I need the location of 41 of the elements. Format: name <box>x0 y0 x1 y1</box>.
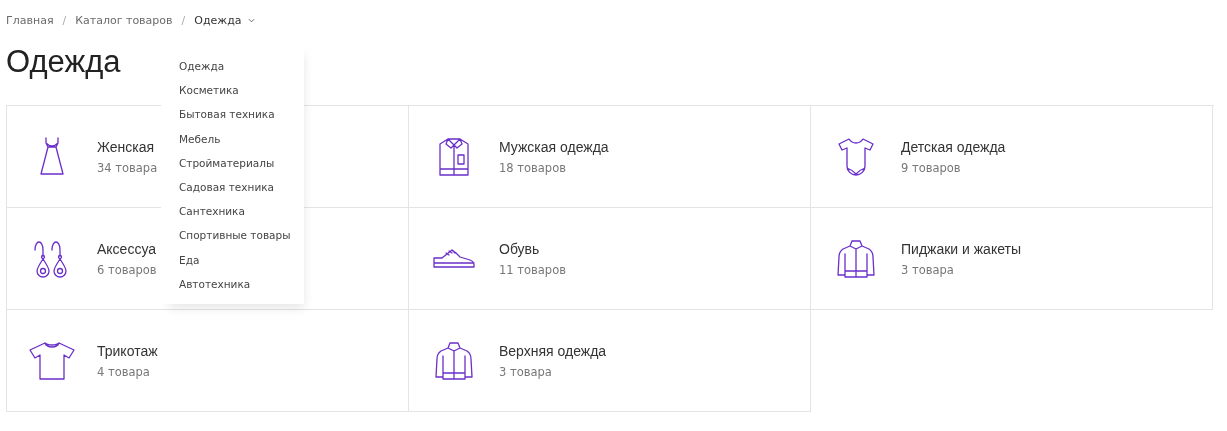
menu-item[interactable]: Сантехника <box>179 203 304 228</box>
menu-item[interactable]: Одежда <box>179 58 304 83</box>
item-count: 4 товара <box>97 364 151 379</box>
breadcrumb-link[interactable]: Каталог товаров <box>75 13 173 27</box>
jacket-icon <box>837 239 875 278</box>
category-link[interactable]: Мужская одежда <box>499 138 609 155</box>
menu-item[interactable]: Бытовая техника <box>179 106 304 131</box>
category-link[interactable]: Верхняя одежда <box>499 342 607 359</box>
menu-item[interactable]: Еда <box>179 251 304 276</box>
item-count: 3 товара <box>499 364 553 379</box>
menu-item[interactable]: Автотехника <box>179 275 304 300</box>
category-link[interactable]: Аксессуа <box>97 240 157 257</box>
page-title: Одежда <box>6 43 121 81</box>
shirt-icon <box>438 137 470 176</box>
jacket-icon <box>435 341 473 380</box>
menu-item[interactable]: Садовая техника <box>179 178 304 204</box>
dress-icon <box>39 136 65 177</box>
t-shirt-icon <box>29 341 75 380</box>
category-link[interactable]: Женская <box>97 138 158 155</box>
menu-item[interactable]: Косметика <box>179 82 304 107</box>
item-count: 34 товара <box>97 160 158 175</box>
menu-item[interactable]: Мебель <box>179 130 304 155</box>
item-count: 11 товаров <box>499 262 566 277</box>
category-link[interactable]: Трикотаж <box>97 342 158 359</box>
category-link[interactable]: Детская одежда <box>901 138 1006 155</box>
chevron-down-icon[interactable] <box>247 17 255 23</box>
breadcrumb-link[interactable]: Главная <box>6 13 54 27</box>
menu-item[interactable]: Спортивные товары <box>179 227 304 252</box>
item-count: 3 товара <box>901 262 955 277</box>
item-count: 6 товаров <box>97 262 157 277</box>
item-count: 9 товаров <box>901 160 962 175</box>
sneaker-icon <box>433 247 475 270</box>
breadcrumb-separator: / <box>181 13 186 27</box>
item-count: 18 товаров <box>499 160 567 175</box>
earrings-icon <box>34 239 70 278</box>
menu-item[interactable]: Стройматериалы <box>179 154 304 179</box>
breadcrumb-link[interactable]: Одежда <box>194 13 242 27</box>
breadcrumb-separator: / <box>62 13 67 27</box>
category-link[interactable]: Обувь <box>499 240 566 257</box>
bodysuit-icon <box>837 137 875 176</box>
category-link[interactable]: Пиджаки и жакеты <box>901 240 1021 257</box>
